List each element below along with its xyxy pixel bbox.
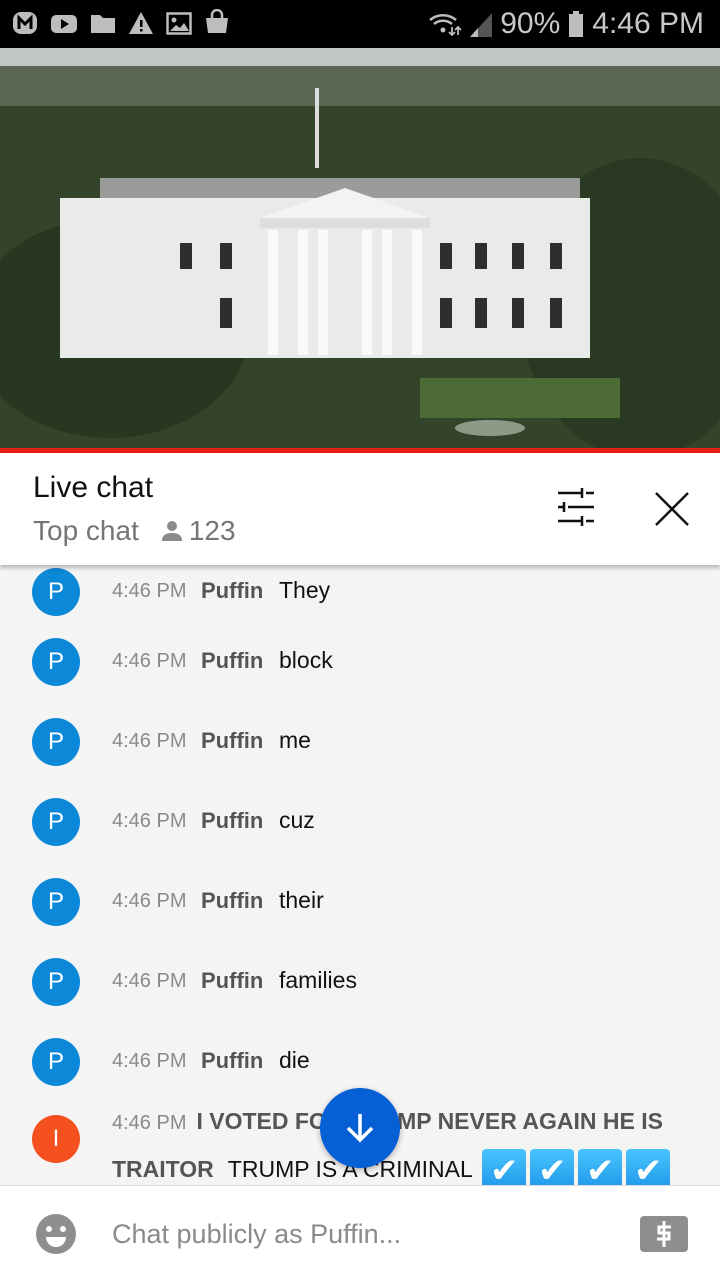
message-text: die xyxy=(279,1047,310,1073)
sliders-icon xyxy=(558,488,594,526)
message-author[interactable]: Puffin xyxy=(201,888,263,914)
smiley-icon xyxy=(36,1214,76,1254)
avatar[interactable]: P xyxy=(32,1038,80,1086)
chat-message: P 4:46 PM Puffin families xyxy=(0,954,720,1034)
dollar-icon xyxy=(657,1221,671,1247)
chat-mode-selector[interactable]: Top chat 123 xyxy=(33,515,236,547)
scroll-to-bottom-button[interactable] xyxy=(320,1088,400,1168)
avatar[interactable]: P xyxy=(32,798,80,846)
viewer-count-value: 123 xyxy=(188,515,236,546)
message-time: 4:46 PM xyxy=(112,970,187,992)
message-text: their xyxy=(279,887,324,913)
message-text: They xyxy=(279,577,331,603)
message-author[interactable]: Puffin xyxy=(201,968,263,994)
shopping-bag-icon xyxy=(206,9,228,33)
image-icon xyxy=(166,12,192,35)
video-player[interactable] xyxy=(0,48,720,450)
system-status: 90% 4:46 PM xyxy=(428,0,704,48)
message-time: 4:46 PM xyxy=(112,730,187,752)
chat-input-bar xyxy=(0,1185,720,1280)
message-author[interactable]: Puffin xyxy=(201,648,263,674)
status-bar: 90% 4:46 PM xyxy=(0,0,720,48)
arrow-down-icon xyxy=(346,1114,374,1143)
chat-input[interactable] xyxy=(112,1214,612,1254)
youtube-icon xyxy=(51,15,77,33)
video-frame xyxy=(0,48,720,450)
message-author[interactable]: Puffin xyxy=(201,578,263,604)
message-text: families xyxy=(279,967,357,993)
message-time: 4:46 PM xyxy=(112,1050,187,1072)
chat-title: Live chat xyxy=(33,471,154,504)
person-icon xyxy=(161,521,182,541)
message-text: cuz xyxy=(279,807,315,833)
avatar[interactable]: P xyxy=(32,958,80,1006)
message-author[interactable]: Puffin xyxy=(201,1048,263,1074)
message-author[interactable]: Puffin xyxy=(201,808,263,834)
check-mark-emoji: ✔ xyxy=(482,1148,527,1185)
filter-button[interactable] xyxy=(552,487,600,527)
message-time: 4:46 PM xyxy=(112,890,187,912)
avatar[interactable]: P xyxy=(32,568,80,616)
warning-icon xyxy=(129,12,153,34)
message-text: me xyxy=(279,727,311,753)
emoji-button[interactable] xyxy=(36,1214,76,1254)
message-body: 4:46 PM I VOTED FOR TRUMP NEVER AGAIN HE … xyxy=(112,1098,702,1185)
check-mark-emoji: ✔ xyxy=(530,1148,575,1185)
message-time: 4:46 PM xyxy=(112,1112,187,1134)
notification-icons xyxy=(12,9,230,37)
wifi-icon xyxy=(429,13,462,37)
super-chat-button[interactable] xyxy=(640,1216,688,1252)
chat-message: P 4:46 PM Puffin cuz xyxy=(0,794,720,874)
chat-mode-label: Top chat xyxy=(33,515,139,546)
close-icon xyxy=(655,492,689,526)
message-time: 4:46 PM xyxy=(112,810,187,832)
battery-percent: 90% xyxy=(500,7,561,40)
viewer-count: 123 xyxy=(161,515,236,547)
message-time: 4:46 PM xyxy=(112,650,187,672)
avatar[interactable]: I xyxy=(32,1115,80,1163)
avatar[interactable]: P xyxy=(32,638,80,686)
battery-icon xyxy=(569,11,584,37)
chat-message: P 4:46 PM Puffin They xyxy=(0,565,720,634)
clock: 4:46 PM xyxy=(592,7,704,40)
chat-message: P 4:46 PM Puffin their xyxy=(0,874,720,954)
message-time: 4:46 PM xyxy=(112,580,187,602)
message-text: block xyxy=(279,647,333,673)
avatar[interactable]: P xyxy=(32,718,80,766)
signal-icon xyxy=(470,13,493,37)
chat-message: P 4:46 PM Puffin block xyxy=(0,634,720,714)
m-app-icon xyxy=(13,12,37,34)
avatar[interactable]: P xyxy=(32,878,80,926)
chat-message: P 4:46 PM Puffin me xyxy=(0,714,720,794)
live-chat-header: Live chat Top chat 123 xyxy=(0,453,720,565)
folder-icon xyxy=(91,15,115,33)
check-mark-emoji: ✔ xyxy=(578,1148,623,1185)
close-button[interactable] xyxy=(650,487,694,531)
check-mark-emoji: ✔ xyxy=(626,1148,671,1185)
message-author[interactable]: Puffin xyxy=(201,728,263,754)
